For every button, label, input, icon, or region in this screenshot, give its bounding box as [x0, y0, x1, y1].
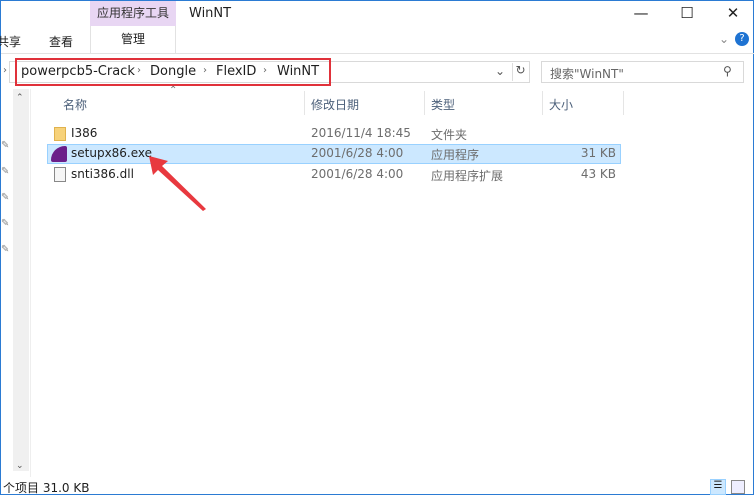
- column-separator[interactable]: [542, 91, 543, 115]
- scroll-up-icon[interactable]: ⌃: [16, 93, 24, 103]
- file-row-snti386[interactable]: snti386.dll 2001/6/28 4:00 应用程序扩展 43 KB: [47, 165, 621, 185]
- details-view-icon[interactable]: ☰: [710, 479, 726, 495]
- help-icon[interactable]: ?: [735, 32, 749, 46]
- file-row-setupx86[interactable]: setupx86.exe 2001/6/28 4:00 应用程序 31 KB: [47, 144, 621, 164]
- file-date: 2016/11/4 18:45: [311, 126, 411, 140]
- file-size: 43 KB: [580, 167, 616, 181]
- column-separator[interactable]: [424, 91, 425, 115]
- dll-icon: [54, 167, 66, 182]
- column-header-name[interactable]: 名称: [63, 96, 87, 113]
- column-separator[interactable]: [304, 91, 305, 115]
- exe-icon: [51, 146, 67, 162]
- scroll-down-icon[interactable]: ⌄: [16, 461, 24, 471]
- pane-divider: [30, 89, 31, 477]
- red-arrow-annotation: [149, 156, 206, 211]
- file-size: 31 KB: [580, 146, 616, 160]
- large-icons-view-icon[interactable]: [731, 480, 745, 494]
- address-dropdown-icon[interactable]: ⌄: [495, 64, 505, 78]
- column-header-date[interactable]: 修改日期: [311, 96, 359, 113]
- file-type: 应用程序扩展: [431, 169, 504, 183]
- sort-ascending-icon: ⌃: [169, 85, 178, 96]
- window-title: WinNT: [189, 6, 232, 21]
- search-icon[interactable]: ⚲: [723, 64, 732, 78]
- pin-icons: ✎ ✎ ✎ ✎ ✎: [1, 140, 10, 255]
- file-name: setupx86.exe: [71, 146, 153, 160]
- maximize-button[interactable]: ☐: [664, 1, 710, 26]
- close-button[interactable]: ✕: [710, 1, 754, 26]
- file-date: 2001/6/28 4:00: [311, 167, 404, 181]
- file-date: 2001/6/28 4:00: [311, 146, 404, 160]
- folder-icon: [54, 127, 66, 141]
- tab-view[interactable]: 查看: [49, 33, 73, 50]
- column-separator[interactable]: [623, 91, 624, 115]
- file-type: 应用程序: [431, 148, 480, 162]
- chevron-right-icon: ›: [3, 65, 7, 76]
- refresh-icon[interactable]: ↻: [512, 63, 528, 81]
- nav-pane-scrollbar[interactable]: [13, 89, 29, 471]
- file-name: snti386.dll: [71, 167, 134, 181]
- file-row-i386[interactable]: I386 2016/11/4 18:45 文件夹: [47, 124, 621, 144]
- highlight-box: [15, 58, 331, 86]
- column-header-size[interactable]: 大小: [549, 96, 573, 113]
- file-name: I386: [71, 126, 98, 140]
- search-input[interactable]: 搜索"WinNT": [541, 61, 744, 83]
- minimize-button[interactable]: —: [618, 1, 664, 26]
- column-header-type[interactable]: 类型: [431, 96, 455, 113]
- file-type: 文件夹: [431, 128, 468, 142]
- ribbon-expand-icon[interactable]: ⌄: [719, 32, 729, 46]
- status-bar-text: 个项目 31.0 KB: [3, 481, 90, 495]
- context-tab-app-tools[interactable]: 应用程序工具: [90, 1, 176, 26]
- tab-share[interactable]: 共享: [0, 33, 21, 50]
- ribbon-divider: [1, 53, 754, 54]
- tab-manage[interactable]: 管理: [90, 26, 176, 53]
